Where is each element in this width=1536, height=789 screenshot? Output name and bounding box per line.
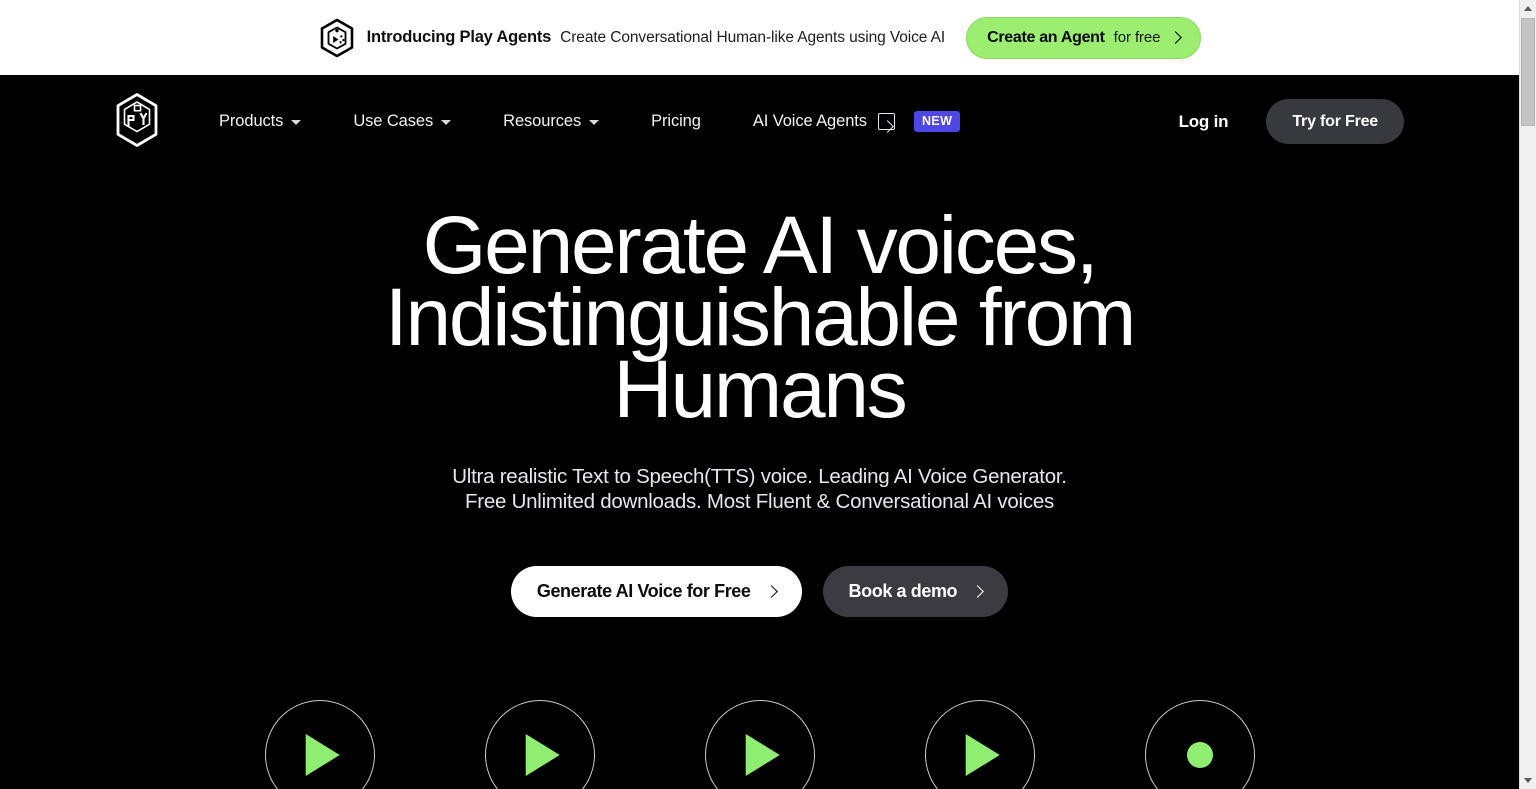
external-link-icon (877, 113, 895, 130)
chevron-right-icon (1169, 30, 1183, 44)
scroll-down-button[interactable] (1520, 772, 1536, 789)
try-for-free-button[interactable]: Try for Free (1266, 99, 1404, 144)
playht-hex-logo-icon[interactable] (113, 92, 161, 148)
nav-item-ai-voice-agents-label: AI Voice Agents (752, 112, 867, 130)
play-triangle-icon (965, 734, 1000, 776)
nav-item-resources[interactable]: Resources (503, 112, 600, 131)
play-triangle-icon (745, 734, 780, 776)
chevron-down-icon (291, 120, 302, 125)
hero-subtitle: Ultra realistic Text to Speech(TTS) voic… (0, 464, 1519, 514)
play-triangle-icon (305, 734, 340, 776)
voice-sample-play-1[interactable] (264, 700, 375, 789)
announcement-title: Introducing Play Agents (366, 28, 552, 46)
chevron-right-icon (971, 584, 985, 598)
nav-item-use-cases[interactable]: Use Cases (353, 112, 452, 131)
subtitle-line-1: Ultra realistic Text to Speech(TTS) voic… (452, 465, 1067, 488)
browser-viewport: Introducing Play Agents Create Conversat… (0, 0, 1519, 789)
new-badge: NEW (913, 111, 961, 132)
nav-links: Products Use Cases Resources Pricing AI … (219, 75, 961, 168)
announcement-banner: Introducing Play Agents Create Conversat… (0, 0, 1519, 75)
page-root: Introducing Play Agents Create Conversat… (0, 0, 1536, 789)
voice-sample-play-3[interactable] (704, 700, 815, 789)
create-an-agent-subtext: for free (1113, 29, 1161, 46)
book-a-demo-button[interactable]: Book a demo (822, 566, 1009, 617)
scrollbar-thumb[interactable] (1521, 18, 1535, 126)
generate-ai-voice-button[interactable]: Generate AI Voice for Free (510, 566, 802, 617)
create-an-agent-button[interactable]: Create an Agent for free (966, 16, 1202, 59)
nav-item-pricing-label: Pricing (651, 112, 701, 130)
voice-sample-play-4[interactable] (924, 700, 1035, 789)
nav-item-products-label: Products (219, 112, 284, 130)
vertical-scrollbar[interactable] (1519, 0, 1536, 789)
nav-item-use-cases-label: Use Cases (353, 112, 434, 130)
chevron-down-icon (589, 120, 600, 125)
nav-actions: Log in Try for Free (1179, 75, 1404, 168)
scroll-up-button[interactable] (1520, 0, 1536, 17)
announcement-description: Create Conversational Human-like Agents … (560, 28, 946, 46)
chevron-right-icon (764, 584, 778, 598)
page-title: Generate AI voices, Indistinguishable fr… (0, 205, 1519, 435)
play-cube-logo-icon (320, 18, 353, 57)
chevron-down-icon (441, 120, 452, 125)
voice-sample-play-2[interactable] (484, 700, 595, 789)
main-navbar: Products Use Cases Resources Pricing AI … (0, 75, 1519, 168)
log-in-link[interactable]: Log in (1179, 112, 1229, 132)
play-triangle-icon (525, 734, 560, 776)
scroll-up-arrow-icon (1524, 6, 1532, 11)
record-dot-icon (1186, 742, 1213, 768)
nav-item-resources-label: Resources (503, 112, 582, 130)
nav-item-products[interactable]: Products (219, 112, 302, 131)
nav-item-pricing[interactable]: Pricing (651, 112, 701, 131)
hero-section: Generate AI voices, Indistinguishable fr… (0, 168, 1519, 617)
scroll-down-arrow-icon (1524, 778, 1532, 783)
create-an-agent-label: Create an Agent (987, 28, 1105, 46)
hero-cta-row: Generate AI Voice for Free Book a demo (0, 566, 1519, 617)
nav-item-ai-voice-agents[interactable]: AI Voice Agents NEW (752, 111, 961, 132)
book-a-demo-label: Book a demo (848, 581, 958, 601)
voice-sample-row (0, 700, 1519, 789)
headline-line-3: Humans (613, 344, 907, 435)
subtitle-line-2: Free Unlimited downloads. Most Fluent & … (464, 490, 1055, 513)
generate-ai-voice-label: Generate AI Voice for Free (536, 581, 751, 601)
voice-sample-play-5[interactable] (1144, 700, 1255, 789)
announcement-content: Introducing Play Agents Create Conversat… (318, 16, 1202, 59)
